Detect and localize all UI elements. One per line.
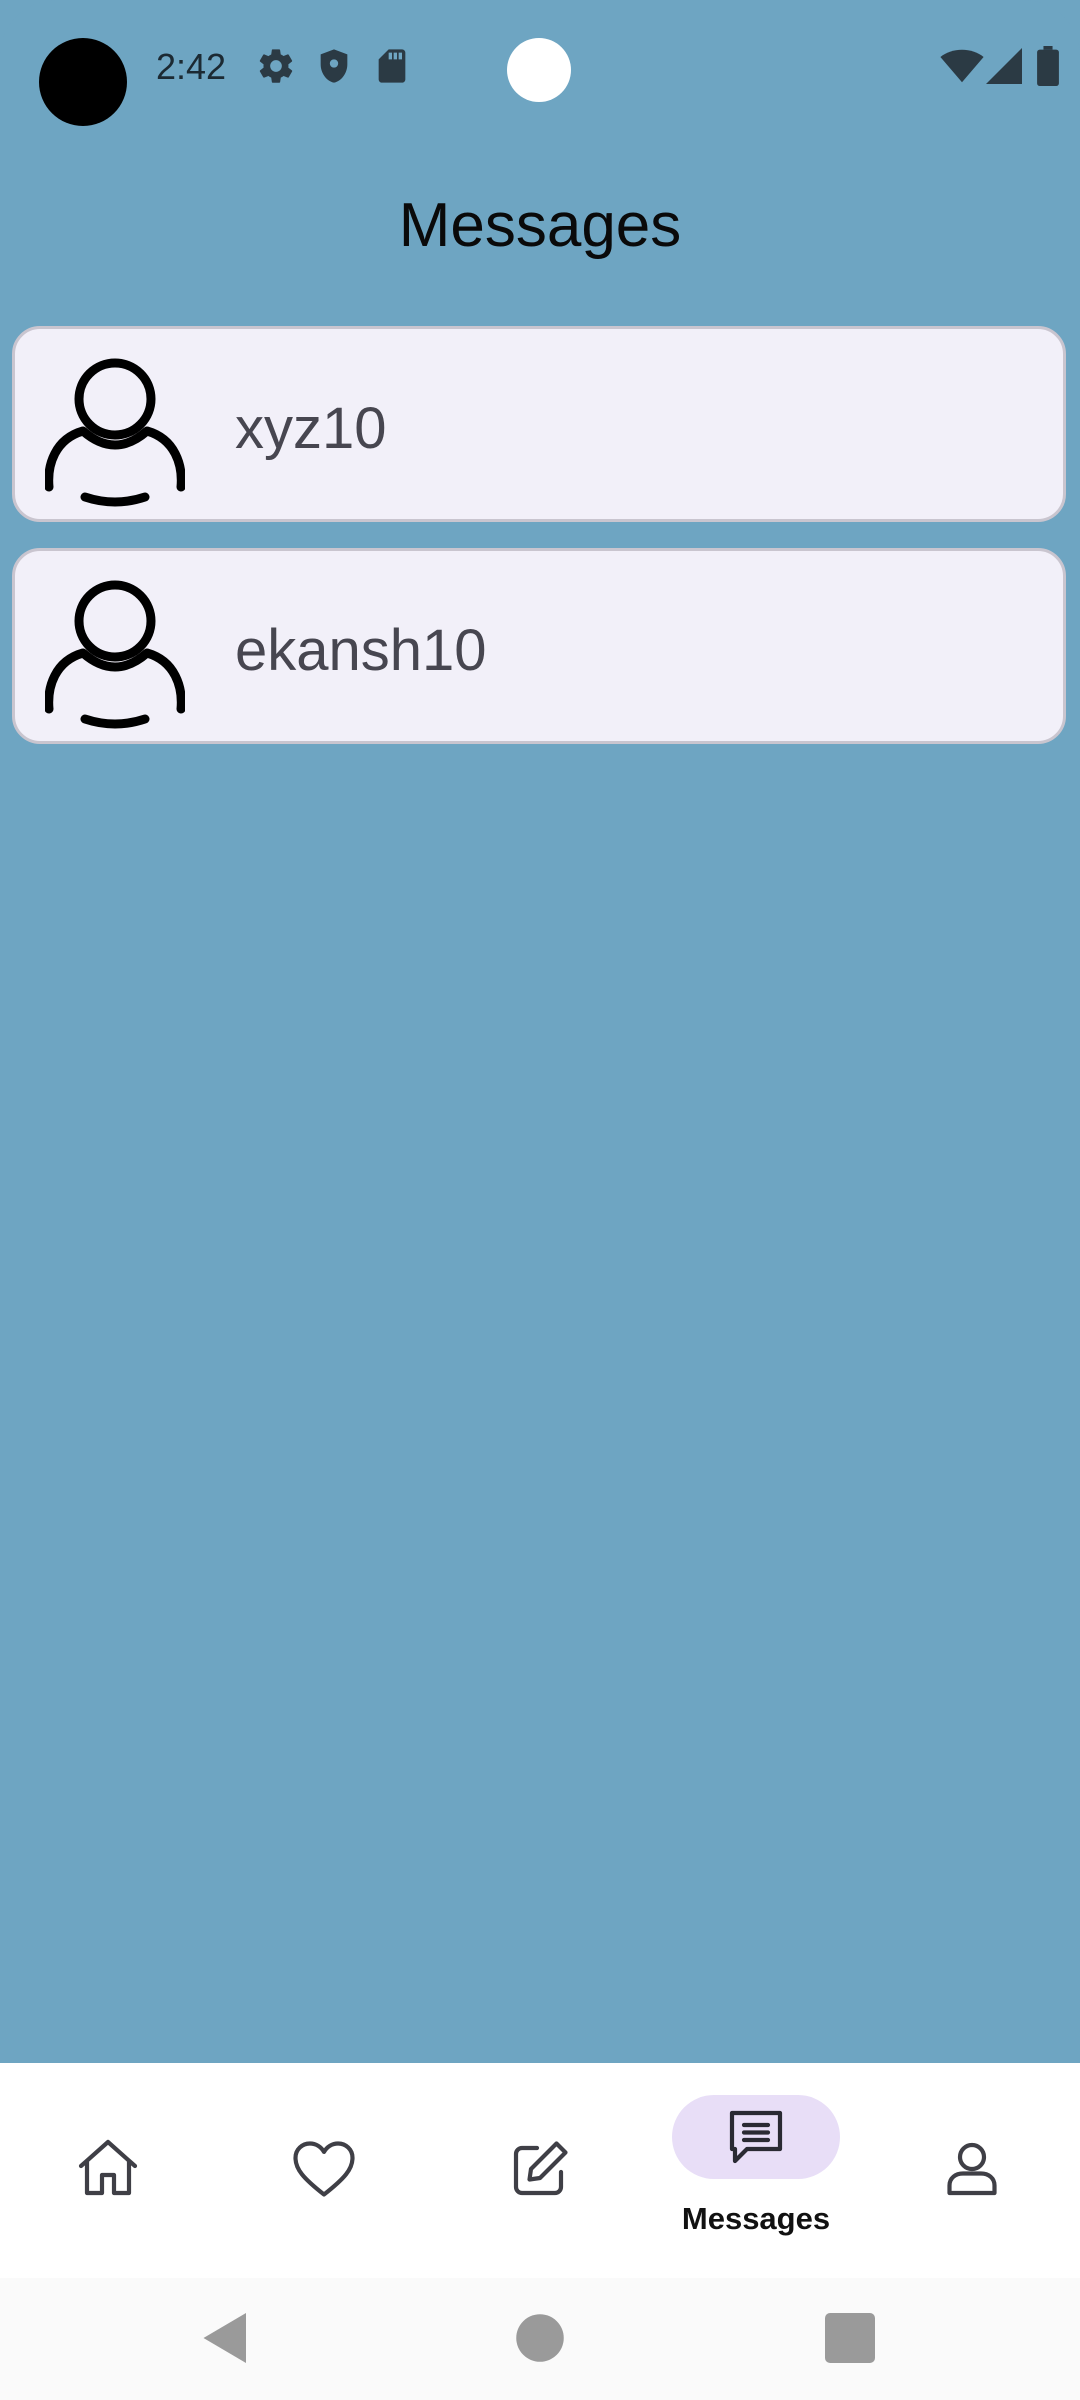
- chat-icon: [729, 2110, 783, 2164]
- nav-item-profile[interactable]: [864, 2063, 1080, 2278]
- recents-icon[interactable]: [820, 2308, 880, 2368]
- sd-card-icon: [378, 49, 406, 83]
- person-icon: [45, 358, 185, 507]
- gear-icon: [259, 49, 293, 83]
- nav-item-home[interactable]: [0, 2063, 216, 2278]
- nav-item-compose[interactable]: [432, 2063, 648, 2278]
- back-icon[interactable]: [196, 2308, 256, 2368]
- system-navigation-bar: [0, 2278, 1080, 2400]
- camera-cutout: [39, 38, 127, 126]
- signal-icon: [986, 48, 1022, 84]
- conversation-username: ekansh10: [235, 618, 487, 683]
- page-title: Messages: [398, 191, 682, 260]
- front-sensor-dot: [507, 38, 571, 102]
- edit-icon: [513, 2141, 568, 2196]
- selected-indicator: [672, 2095, 840, 2179]
- home-icon: [78, 2139, 138, 2196]
- messages-screen: 2:42 Messages xyz10 ekansh10 Messages: [0, 0, 1080, 2400]
- bottom-navigation: Messages: [0, 2063, 1080, 2278]
- battery-icon: [1037, 46, 1059, 86]
- status-bar: 2:42: [0, 0, 1080, 140]
- heart-icon: [293, 2141, 355, 2197]
- person-icon: [45, 580, 185, 729]
- shield-icon: [320, 49, 348, 83]
- conversation-username: xyz10: [235, 396, 387, 461]
- profile-icon: [947, 2142, 997, 2196]
- nav-item-favorites[interactable]: [216, 2063, 432, 2278]
- conversation-item-xyz10[interactable]: xyz10: [12, 326, 1066, 522]
- nav-label-messages: Messages: [681, 2201, 831, 2236]
- nav-item-messages[interactable]: Messages: [648, 2063, 864, 2278]
- wifi-icon: [940, 49, 984, 83]
- status-time: 2:42: [156, 46, 227, 87]
- home-circle-icon[interactable]: [510, 2308, 570, 2368]
- conversation-item-ekansh10[interactable]: ekansh10: [12, 548, 1066, 744]
